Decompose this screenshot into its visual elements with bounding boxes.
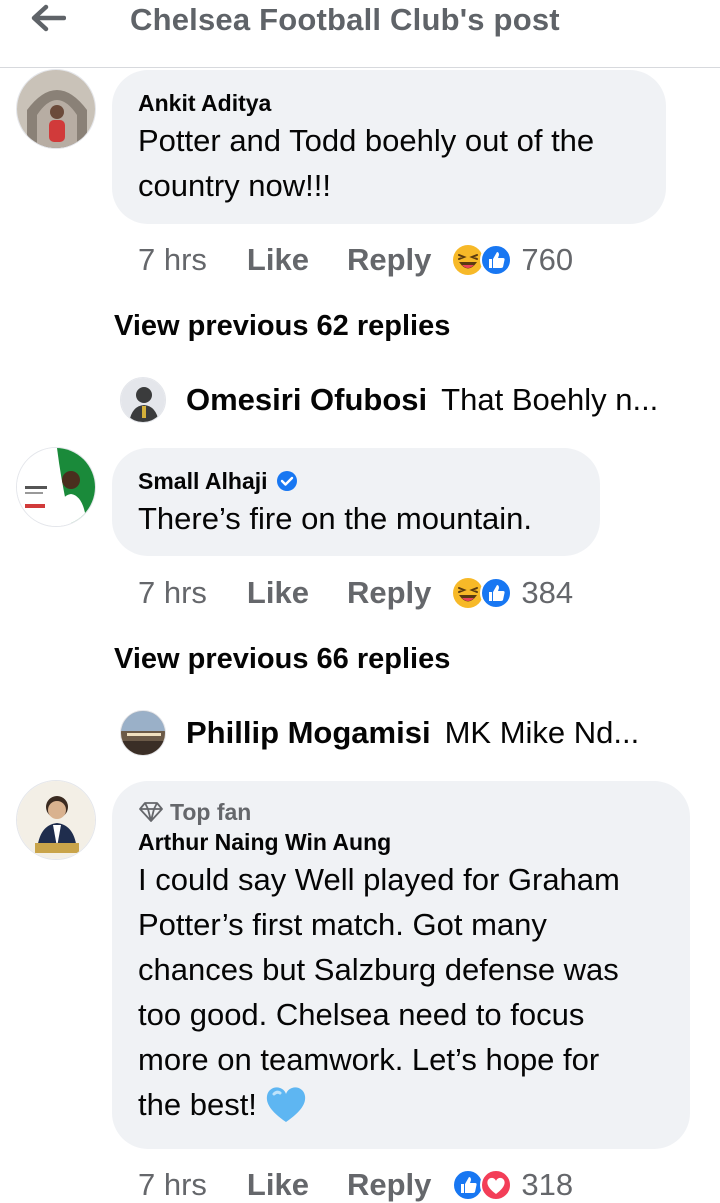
comment-author[interactable]: Arthur Naing Win Aung bbox=[138, 827, 664, 857]
comment-text: There’s fire on the mountain. bbox=[138, 501, 533, 536]
reaction-count: 318 bbox=[521, 1167, 574, 1202]
avatar-ankit-aditya[interactable] bbox=[16, 69, 96, 149]
comment-text: I could say Well played for Graham Potte… bbox=[138, 857, 664, 1127]
like-reaction-icon bbox=[480, 244, 513, 276]
reply-author[interactable]: Phillip Mogamisi bbox=[186, 715, 431, 751]
latest-reply[interactable]: Phillip Mogamisi MK Mike Nd... bbox=[120, 709, 639, 757]
like-button[interactable]: Like bbox=[247, 242, 309, 278]
avatar-phillip-mogamisi[interactable] bbox=[120, 710, 166, 756]
top-bar: Chelsea Football Club's post bbox=[0, 0, 720, 68]
view-previous-replies[interactable]: View previous 62 replies bbox=[114, 310, 450, 343]
comment-bubble[interactable]: Top fan Arthur Naing Win Aung I could sa… bbox=[112, 781, 690, 1149]
reply-button[interactable]: Reply bbox=[347, 242, 431, 278]
blue-heart-icon bbox=[266, 1086, 306, 1122]
comment-time[interactable]: 7 hrs bbox=[138, 1167, 207, 1203]
like-button[interactable]: Like bbox=[247, 1167, 309, 1203]
comment-author[interactable]: Ankit Aditya bbox=[138, 88, 640, 118]
like-reaction-icon bbox=[480, 577, 513, 609]
comment-author[interactable]: Small Alhaji bbox=[138, 466, 574, 496]
love-reaction-icon bbox=[480, 1169, 513, 1201]
latest-reply[interactable]: Omesiri Ofubosi That Boehly n... bbox=[120, 376, 658, 424]
reply-button[interactable]: Reply bbox=[347, 1167, 431, 1203]
avatar-small-alhaji[interactable] bbox=[16, 447, 96, 527]
back-arrow-icon bbox=[31, 4, 66, 32]
like-button[interactable]: Like bbox=[247, 575, 309, 611]
comment-text: Potter and Todd boehly out of the countr… bbox=[138, 123, 595, 203]
reaction-summary[interactable]: 760 bbox=[451, 242, 573, 278]
top-fan-badge: Top fan bbox=[138, 797, 664, 827]
reaction-count: 384 bbox=[521, 575, 574, 610]
avatar-arthur-naing-win-aung[interactable] bbox=[16, 780, 96, 860]
comment-actions: 7 hrs Like Reply 318 bbox=[138, 1165, 573, 1203]
page-title: Chelsea Football Club's post bbox=[130, 2, 560, 37]
comment-bubble[interactable]: Small Alhaji There’s fire on the mountai… bbox=[112, 448, 600, 556]
reply-text: MK Mike Nd... bbox=[444, 715, 640, 750]
avatar-omesiri-ofubosi[interactable] bbox=[120, 377, 166, 423]
reaction-summary[interactable]: 318 bbox=[451, 1167, 573, 1203]
diamond-icon bbox=[139, 802, 163, 822]
comment-time[interactable]: 7 hrs bbox=[138, 575, 207, 611]
comment-actions: 7 hrs Like Reply 384 bbox=[138, 573, 573, 613]
comment-bubble[interactable]: Ankit Aditya Potter and Todd boehly out … bbox=[112, 70, 666, 224]
verified-badge-icon bbox=[276, 471, 297, 491]
comment-time[interactable]: 7 hrs bbox=[138, 242, 207, 278]
reaction-count: 760 bbox=[521, 242, 574, 277]
view-previous-replies[interactable]: View previous 66 replies bbox=[114, 643, 450, 676]
comment-actions: 7 hrs Like Reply 760 bbox=[138, 240, 573, 280]
back-button[interactable] bbox=[24, 0, 72, 36]
reaction-summary[interactable]: 384 bbox=[451, 575, 573, 611]
reply-button[interactable]: Reply bbox=[347, 575, 431, 611]
reply-text: That Boehly n... bbox=[441, 382, 659, 417]
reply-author[interactable]: Omesiri Ofubosi bbox=[186, 382, 427, 418]
